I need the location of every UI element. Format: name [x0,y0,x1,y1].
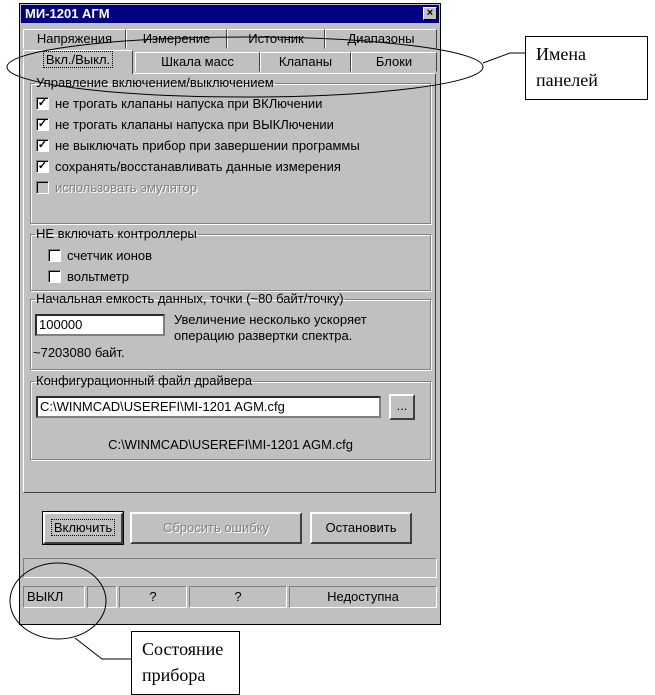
check-mark-icon: ✓ [36,138,49,152]
status-cell-3: ? [189,586,287,608]
check-mark-icon: ✓ [36,117,49,131]
tab-blocks[interactable]: Блоки [351,52,437,72]
capacity-group-legend: Начальная емкость данных, точки (~80 бай… [36,291,344,306]
checkbox-use-emulator: использовать эмулятор [36,179,197,195]
capacity-input[interactable]: 100000 [35,314,165,336]
status-cell-2: ? [119,586,187,608]
checkbox-keep-valves-off[interactable]: ✓ не трогать клапаны напуска при ВЫКЛючен… [36,116,334,132]
config-path-input[interactable]: C:\WINMCAD\USEREFI\MI-1201 AGM.cfg [36,396,381,418]
tab-voltages[interactable]: Напряжения [23,29,126,49]
check-mark-icon: ✓ [36,96,49,110]
checkbox-ion-counter[interactable]: счетчик ионов [48,247,152,263]
checkbox-save-restore-data[interactable]: ✓ сохранять/восстанавливать данные измере… [36,158,341,174]
checkbox-empty-icon [48,269,61,283]
config-path-display: C:\WINMCAD\USEREFI\MI-1201 AGM.cfg [108,437,353,452]
reset-error-button: Сбросить ошибку [130,512,302,544]
tab-panel: Управление включением/выключением ✓ не тр… [23,73,436,545]
tab-mass-scale[interactable]: Шкала масс [135,52,260,72]
capacity-hint: Увеличение несколько ускоряет операцию р… [174,312,367,343]
tab-ranges[interactable]: Диапазоны [325,29,437,49]
config-group-legend: Конфигурационный файл драйвера [36,373,253,388]
tab-valves[interactable]: Клапаны [260,52,351,72]
callout-device-state: Состояние прибора [131,631,240,695]
checkbox-empty-icon [48,248,61,262]
check-mark-icon: ✓ [36,159,49,173]
panel-names-leader [482,52,525,64]
enable-button[interactable]: Включить [42,511,124,545]
status-cell-empty [87,586,117,608]
checkbox-voltmeter[interactable]: вольтметр [48,268,129,284]
progress-bar [23,558,437,578]
checkbox-keep-valves-on[interactable]: ✓ не трогать клапаны напуска при ВКЛючени… [36,95,322,111]
callout-panel-names: Имена панелей [525,36,648,100]
state-leader [74,637,131,660]
window-title: МИ-1201 АГМ [25,6,110,21]
app-window: МИ-1201 АГМ × Напряжения Измерение Источ… [19,3,441,625]
power-group-legend: Управление включением/выключением [36,75,274,90]
stop-button[interactable]: Остановить [310,512,412,544]
controllers-group-legend: НЕ включать контроллеры [36,226,197,241]
tab-measurement[interactable]: Измерение [126,29,227,49]
tab-source[interactable]: Источник [227,29,325,49]
checkbox-empty-icon [36,180,49,194]
close-icon[interactable]: × [423,7,437,20]
status-availability: Недоступна [289,586,437,608]
tab-on-off[interactable]: Вкл./Выкл. [23,50,133,74]
title-bar: МИ-1201 АГМ × [21,5,439,23]
browse-button[interactable]: ... [389,394,415,420]
checkbox-keep-device-on[interactable]: ✓ не выключать прибор при завершении прог… [36,137,426,153]
capacity-bytes: ~7203080 байт. [33,345,125,360]
status-device-state: ВЫКЛ [23,586,85,608]
